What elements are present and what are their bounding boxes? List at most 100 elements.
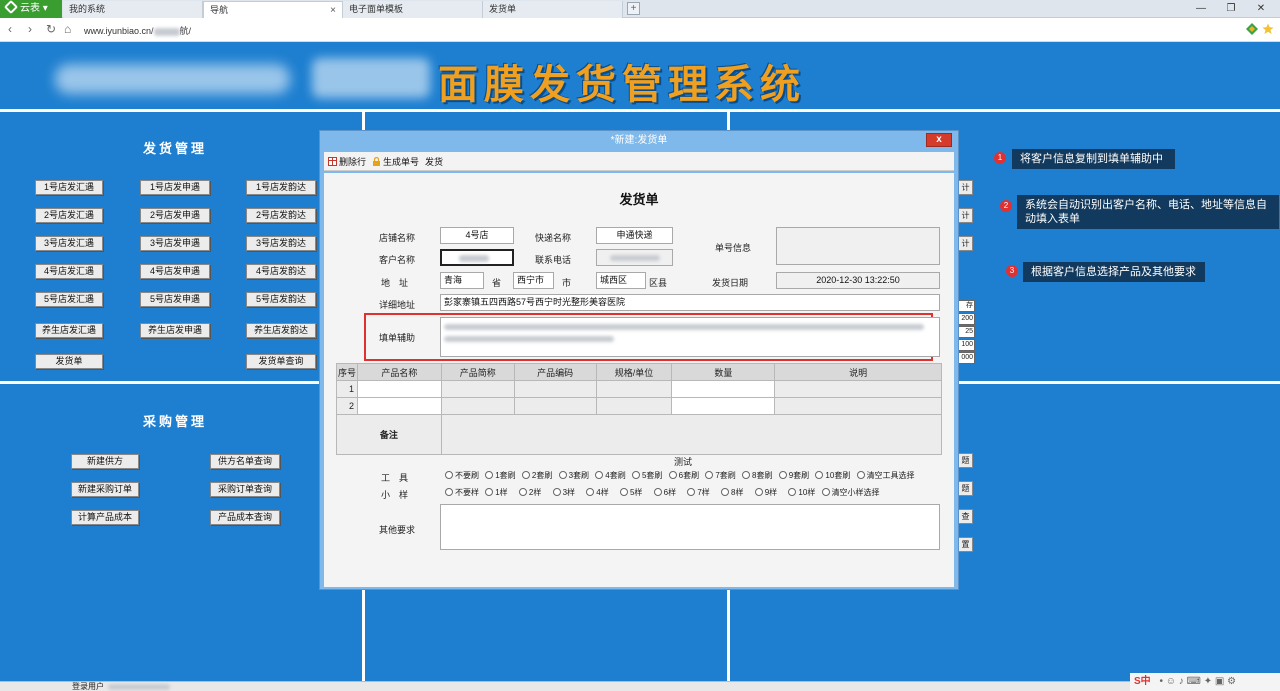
ship-button[interactable]: 发货 xyxy=(425,155,443,168)
radio-option[interactable]: 4套刷 xyxy=(595,470,626,481)
delete-row-button[interactable]: 删除行 xyxy=(328,155,366,168)
store4-shenyu-button[interactable]: 4号店发申遇 xyxy=(140,264,210,279)
waybill-info-field[interactable] xyxy=(776,227,940,265)
partial-stats-button[interactable]: 计 xyxy=(958,180,973,195)
radio-option[interactable]: 9样 xyxy=(754,487,777,498)
home-icon[interactable]: ⌂ xyxy=(64,22,71,36)
store2-yunda-button[interactable]: 2号店发韵达 xyxy=(246,208,316,223)
back-icon[interactable]: ‹ xyxy=(8,22,12,36)
radio-option[interactable]: 10样 xyxy=(788,487,815,498)
radio-option[interactable]: 5样 xyxy=(619,487,642,498)
quantity-cell[interactable] xyxy=(671,380,776,398)
radio-option[interactable]: 8套刷 xyxy=(742,470,773,481)
remarks-field[interactable] xyxy=(440,414,943,455)
tab-navigation[interactable]: 导航 × xyxy=(203,1,343,18)
window-close-button[interactable]: ✕ xyxy=(1246,1,1276,17)
generate-number-button[interactable]: 生成单号 xyxy=(372,155,419,168)
wellness-huiyu-button[interactable]: 养生店发汇遇 xyxy=(35,323,103,338)
favorite-star-icon[interactable] xyxy=(1262,23,1274,35)
radio-option[interactable]: 2套刷 xyxy=(521,470,552,481)
brand-menu-button[interactable]: 云表 ▾ xyxy=(0,0,62,18)
store5-shenyu-button[interactable]: 5号店发申遇 xyxy=(140,292,210,307)
partial-stats-button[interactable]: 计 xyxy=(958,208,973,223)
store5-yunda-button[interactable]: 5号店发韵达 xyxy=(246,292,316,307)
quantity-cell[interactable] xyxy=(671,397,776,415)
city-field[interactable]: 西宁市 xyxy=(513,272,554,289)
store2-shenyu-button[interactable]: 2号店发申遇 xyxy=(140,208,210,223)
radio-option[interactable]: 6样 xyxy=(653,487,676,498)
tray-icons[interactable]: • ☺ ♪ ⌨ ✦ ▣ ⚙ xyxy=(1159,676,1236,687)
note-cell[interactable] xyxy=(774,397,942,415)
close-tab-icon[interactable]: × xyxy=(330,2,336,19)
radio-option[interactable]: 6套刷 xyxy=(668,470,699,481)
radio-option[interactable]: 10套刷 xyxy=(815,470,850,481)
radio-option[interactable]: 7套刷 xyxy=(705,470,736,481)
province-field[interactable]: 青海 xyxy=(440,272,484,289)
shipping-order-button[interactable]: 发货单 xyxy=(35,354,103,369)
tab-my-system[interactable]: 我的系统 xyxy=(63,1,203,18)
new-supplier-button[interactable]: 新建供方 xyxy=(71,454,139,469)
other-requirements-textarea[interactable] xyxy=(440,504,940,550)
store2-huiyu-button[interactable]: 2号店发汇遇 xyxy=(35,208,103,223)
partial-query-button[interactable]: 题 xyxy=(958,481,973,496)
wellness-yunda-button[interactable]: 养生店发韵达 xyxy=(246,323,316,338)
store1-shenyu-button[interactable]: 1号店发申遇 xyxy=(140,180,210,195)
radio-option[interactable]: 3样 xyxy=(552,487,575,498)
detail-address-field[interactable]: 彭家寨镇五四西路57号西宁时光整形美容医院 xyxy=(440,294,940,311)
partial-settings-button[interactable]: 置 xyxy=(958,537,973,552)
partial-query-button[interactable]: 题 xyxy=(958,453,973,468)
product-name-cell[interactable] xyxy=(356,397,442,415)
radio-option[interactable]: 8样 xyxy=(721,487,744,498)
step-badge: 3 xyxy=(1006,265,1018,277)
calc-product-cost-button[interactable]: 计算产品成本 xyxy=(71,510,139,525)
radio-option[interactable]: 清空工具选择 xyxy=(856,470,915,481)
radio-option[interactable]: 4样 xyxy=(586,487,609,498)
purchase-order-query-button[interactable]: 采购订单查询 xyxy=(210,482,280,497)
radio-option[interactable]: 清空小样选择 xyxy=(821,487,880,498)
store1-huiyu-button[interactable]: 1号店发汇遇 xyxy=(35,180,103,195)
store3-yunda-button[interactable]: 3号店发韵达 xyxy=(246,236,316,251)
ship-date-field[interactable]: 2020-12-30 13:22:50 xyxy=(776,272,940,289)
wellness-shenyu-button[interactable]: 养生店发申遇 xyxy=(140,323,210,338)
district-field[interactable]: 城西区 xyxy=(596,272,646,289)
store4-huiyu-button[interactable]: 4号店发汇遇 xyxy=(35,264,103,279)
customer-name-field[interactable] xyxy=(440,249,514,266)
tab-template[interactable]: 电子面单模板 xyxy=(343,1,483,18)
shipping-order-query-button[interactable]: 发货单查询 xyxy=(246,354,316,369)
store1-yunda-button[interactable]: 1号店发韵达 xyxy=(246,180,316,195)
dialog-close-button[interactable]: x xyxy=(926,133,952,147)
radio-option[interactable]: 3套刷 xyxy=(558,470,589,481)
radio-option[interactable]: 5套刷 xyxy=(631,470,662,481)
partial-query-button[interactable]: 查 xyxy=(958,509,973,524)
radio-option[interactable]: 不要样 xyxy=(445,487,479,498)
radio-option[interactable]: 不要刷 xyxy=(445,470,479,481)
contact-phone-field[interactable] xyxy=(596,249,673,266)
refresh-icon[interactable]: ↻ xyxy=(46,22,56,36)
radio-option[interactable]: 1套刷 xyxy=(485,470,516,481)
partial-stats-button[interactable]: 计 xyxy=(958,236,973,251)
store-name-field[interactable]: 4号店 xyxy=(440,227,514,244)
store3-shenyu-button[interactable]: 3号店发申遇 xyxy=(140,236,210,251)
store5-huiyu-button[interactable]: 5号店发汇遇 xyxy=(35,292,103,307)
supplier-list-query-button[interactable]: 供方名单查询 xyxy=(210,454,280,469)
forward-icon[interactable]: › xyxy=(28,22,32,36)
store4-yunda-button[interactable]: 4号店发韵达 xyxy=(246,264,316,279)
extension-icon[interactable] xyxy=(1246,23,1258,35)
minimize-button[interactable]: — xyxy=(1186,1,1216,17)
ime-indicator[interactable]: S中 xyxy=(1134,676,1151,687)
new-tab-button[interactable]: + xyxy=(627,2,640,15)
product-cost-query-button[interactable]: 产品成本查询 xyxy=(210,510,280,525)
radio-option[interactable]: 2样 xyxy=(518,487,541,498)
tab-shipping-order[interactable]: 发货单 xyxy=(483,1,623,18)
radio-option[interactable]: 1样 xyxy=(485,487,508,498)
express-name-field[interactable]: 申通快递 xyxy=(596,227,673,244)
radio-option[interactable]: 7样 xyxy=(687,487,710,498)
new-purchase-order-button[interactable]: 新建采购订单 xyxy=(71,482,139,497)
restore-button[interactable]: ❐ xyxy=(1216,1,1246,17)
store3-huiyu-button[interactable]: 3号店发汇遇 xyxy=(35,236,103,251)
fill-assist-textarea[interactable] xyxy=(440,317,940,357)
product-name-cell[interactable] xyxy=(356,380,442,398)
url-input[interactable]: www.iyunbiao.cn/航/ xyxy=(84,24,191,37)
note-cell[interactable] xyxy=(774,380,942,398)
radio-option[interactable]: 9套刷 xyxy=(778,470,809,481)
